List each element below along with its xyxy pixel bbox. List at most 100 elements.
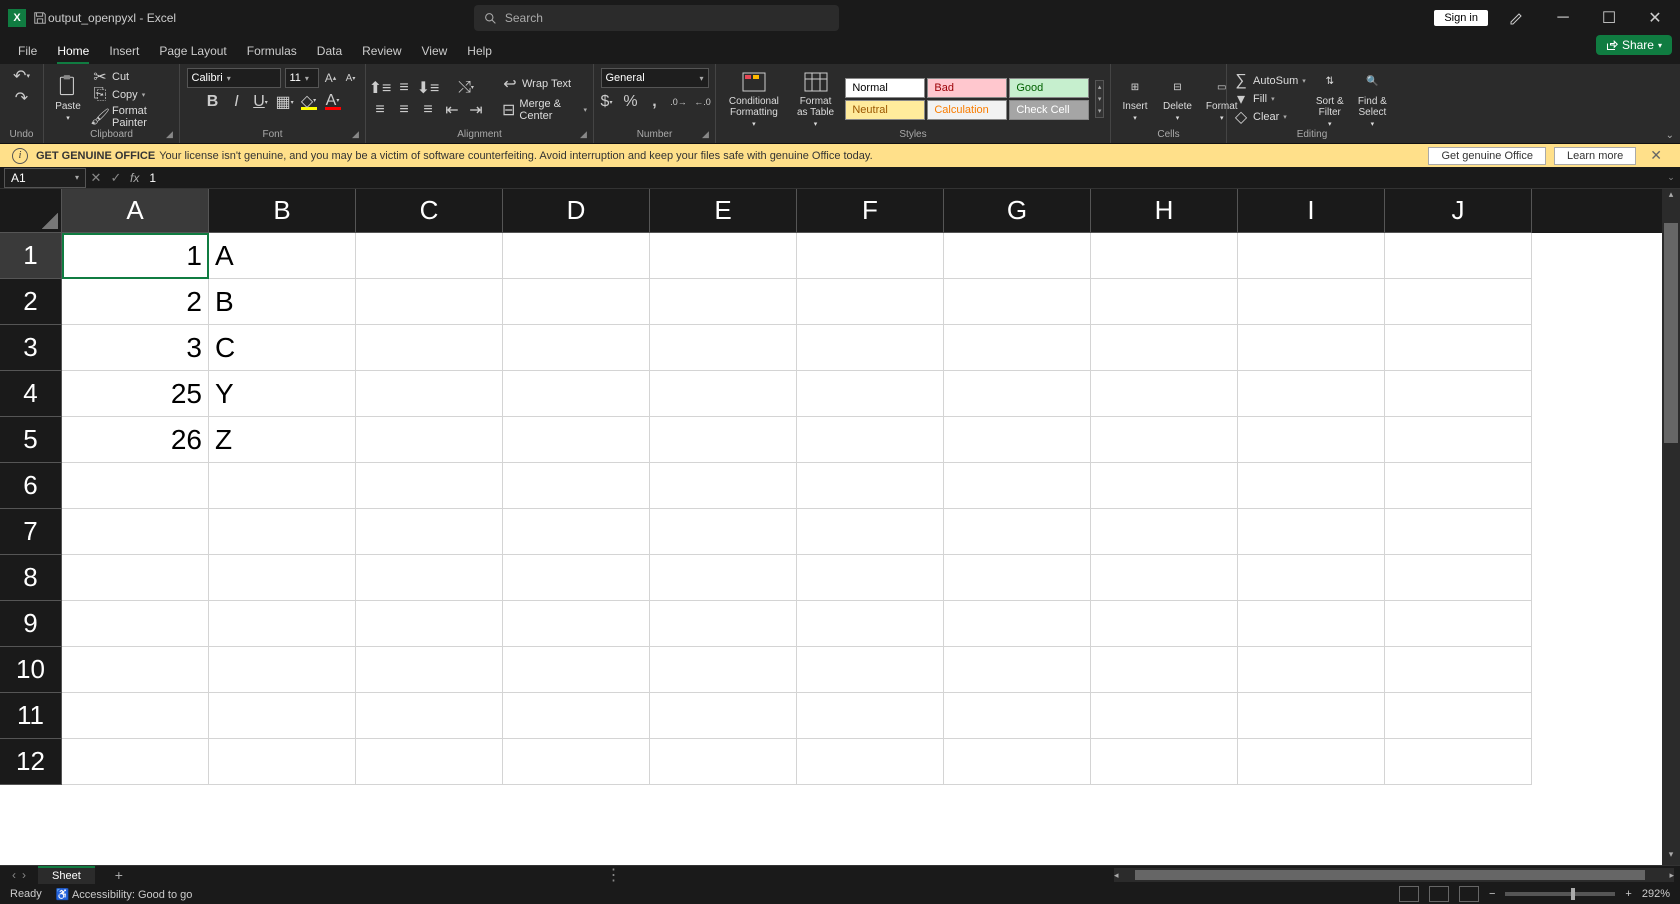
- learn-more-button[interactable]: Learn more: [1554, 147, 1636, 165]
- cell-I10[interactable]: [1238, 647, 1385, 693]
- worksheet-grid[interactable]: 123456789101112 ABCDEFGHIJ 1A2B3C25Y26Z: [0, 189, 1680, 865]
- cell-J3[interactable]: [1385, 325, 1532, 371]
- cell-A4[interactable]: 25: [62, 371, 209, 417]
- cell-E1[interactable]: [650, 233, 797, 279]
- cell-E12[interactable]: [650, 739, 797, 785]
- sheet-nav-next[interactable]: ›: [22, 868, 26, 882]
- align-bottom-icon[interactable]: ⬇≡: [420, 80, 436, 96]
- font-name-combo[interactable]: Calibri▾: [187, 68, 281, 88]
- tab-page-layout[interactable]: Page Layout: [159, 44, 226, 64]
- underline-icon[interactable]: U▾: [253, 94, 269, 110]
- cell-H3[interactable]: [1091, 325, 1238, 371]
- cell-G8[interactable]: [944, 555, 1091, 601]
- cell-H6[interactable]: [1091, 463, 1238, 509]
- style-check-cell[interactable]: Check Cell: [1009, 100, 1089, 120]
- vertical-scrollbar[interactable]: ▴ ▾: [1662, 189, 1680, 865]
- tab-data[interactable]: Data: [317, 44, 342, 64]
- cell-I3[interactable]: [1238, 325, 1385, 371]
- cell-D1[interactable]: [503, 233, 650, 279]
- cell-H1[interactable]: [1091, 233, 1238, 279]
- cell-A9[interactable]: [62, 601, 209, 647]
- tab-help[interactable]: Help: [467, 44, 492, 64]
- cell-J5[interactable]: [1385, 417, 1532, 463]
- align-left-icon[interactable]: ≡: [372, 102, 388, 118]
- row-header-5[interactable]: 5: [0, 417, 62, 463]
- cell-E5[interactable]: [650, 417, 797, 463]
- style-normal[interactable]: Normal: [845, 78, 925, 98]
- percent-icon[interactable]: %: [623, 94, 639, 110]
- column-header-F[interactable]: F: [797, 189, 944, 233]
- cell-G7[interactable]: [944, 509, 1091, 555]
- cell-A12[interactable]: [62, 739, 209, 785]
- cell-F8[interactable]: [797, 555, 944, 601]
- cell-I11[interactable]: [1238, 693, 1385, 739]
- add-sheet-button[interactable]: +: [115, 867, 123, 883]
- expand-formula-icon[interactable]: ⌄: [1662, 172, 1680, 183]
- cell-B11[interactable]: [209, 693, 356, 739]
- fx-icon[interactable]: fx: [130, 171, 139, 185]
- accounting-icon[interactable]: $▾: [599, 94, 615, 110]
- cell-I4[interactable]: [1238, 371, 1385, 417]
- align-center-icon[interactable]: ≡: [396, 102, 412, 118]
- search-box[interactable]: Search: [474, 5, 839, 31]
- font-size-combo[interactable]: 11▾: [285, 68, 319, 88]
- cell-J6[interactable]: [1385, 463, 1532, 509]
- cell-J9[interactable]: [1385, 601, 1532, 647]
- cell-H7[interactable]: [1091, 509, 1238, 555]
- share-button[interactable]: Share ▾: [1596, 35, 1672, 55]
- cell-G11[interactable]: [944, 693, 1091, 739]
- sheet-tab[interactable]: Sheet: [38, 866, 95, 884]
- cell-A6[interactable]: [62, 463, 209, 509]
- font-color-icon[interactable]: A▾: [325, 94, 341, 110]
- cell-F1[interactable]: [797, 233, 944, 279]
- sort-filter-button[interactable]: ⇅Sort & Filter▾: [1312, 70, 1348, 128]
- cell-G12[interactable]: [944, 739, 1091, 785]
- close-button[interactable]: ✕: [1638, 3, 1672, 33]
- vscroll-thumb[interactable]: [1664, 223, 1678, 443]
- save-icon[interactable]: [32, 10, 48, 26]
- cell-H11[interactable]: [1091, 693, 1238, 739]
- cell-D7[interactable]: [503, 509, 650, 555]
- cell-C5[interactable]: [356, 417, 503, 463]
- cell-J10[interactable]: [1385, 647, 1532, 693]
- formula-input[interactable]: 1: [143, 168, 1662, 188]
- cell-C4[interactable]: [356, 371, 503, 417]
- cell-C10[interactable]: [356, 647, 503, 693]
- cell-E10[interactable]: [650, 647, 797, 693]
- clear-button[interactable]: ◇Clear▾: [1233, 109, 1306, 125]
- cell-I7[interactable]: [1238, 509, 1385, 555]
- column-header-E[interactable]: E: [650, 189, 797, 233]
- cell-G1[interactable]: [944, 233, 1091, 279]
- hscroll-thumb[interactable]: [1135, 870, 1645, 880]
- column-header-D[interactable]: D: [503, 189, 650, 233]
- sheet-nav-prev[interactable]: ‹: [12, 868, 16, 882]
- cell-C6[interactable]: [356, 463, 503, 509]
- row-header-10[interactable]: 10: [0, 647, 62, 693]
- cell-A1[interactable]: 1: [62, 233, 209, 279]
- cell-E8[interactable]: [650, 555, 797, 601]
- row-header-3[interactable]: 3: [0, 325, 62, 371]
- cell-F12[interactable]: [797, 739, 944, 785]
- tab-formulas[interactable]: Formulas: [247, 44, 297, 64]
- cell-D9[interactable]: [503, 601, 650, 647]
- accept-formula-icon[interactable]: ✓: [106, 170, 126, 186]
- cell-D5[interactable]: [503, 417, 650, 463]
- row-header-6[interactable]: 6: [0, 463, 62, 509]
- align-top-icon[interactable]: ⬆≡: [372, 80, 388, 96]
- cell-B4[interactable]: Y: [209, 371, 356, 417]
- cell-B6[interactable]: [209, 463, 356, 509]
- cell-F9[interactable]: [797, 601, 944, 647]
- cell-C1[interactable]: [356, 233, 503, 279]
- tab-insert[interactable]: Insert: [109, 44, 139, 64]
- cell-I6[interactable]: [1238, 463, 1385, 509]
- autosum-button[interactable]: ∑AutoSum▾: [1233, 73, 1306, 89]
- cell-E6[interactable]: [650, 463, 797, 509]
- cell-D8[interactable]: [503, 555, 650, 601]
- conditional-formatting-button[interactable]: Conditional Formatting▾: [722, 70, 786, 128]
- align-middle-icon[interactable]: ≡: [396, 80, 412, 96]
- cell-I8[interactable]: [1238, 555, 1385, 601]
- cell-D3[interactable]: [503, 325, 650, 371]
- fill-color-icon[interactable]: ◇▾: [301, 94, 317, 110]
- accessibility-status[interactable]: ♿ Accessibility: Good to go: [56, 888, 193, 901]
- italic-icon[interactable]: I: [229, 94, 245, 110]
